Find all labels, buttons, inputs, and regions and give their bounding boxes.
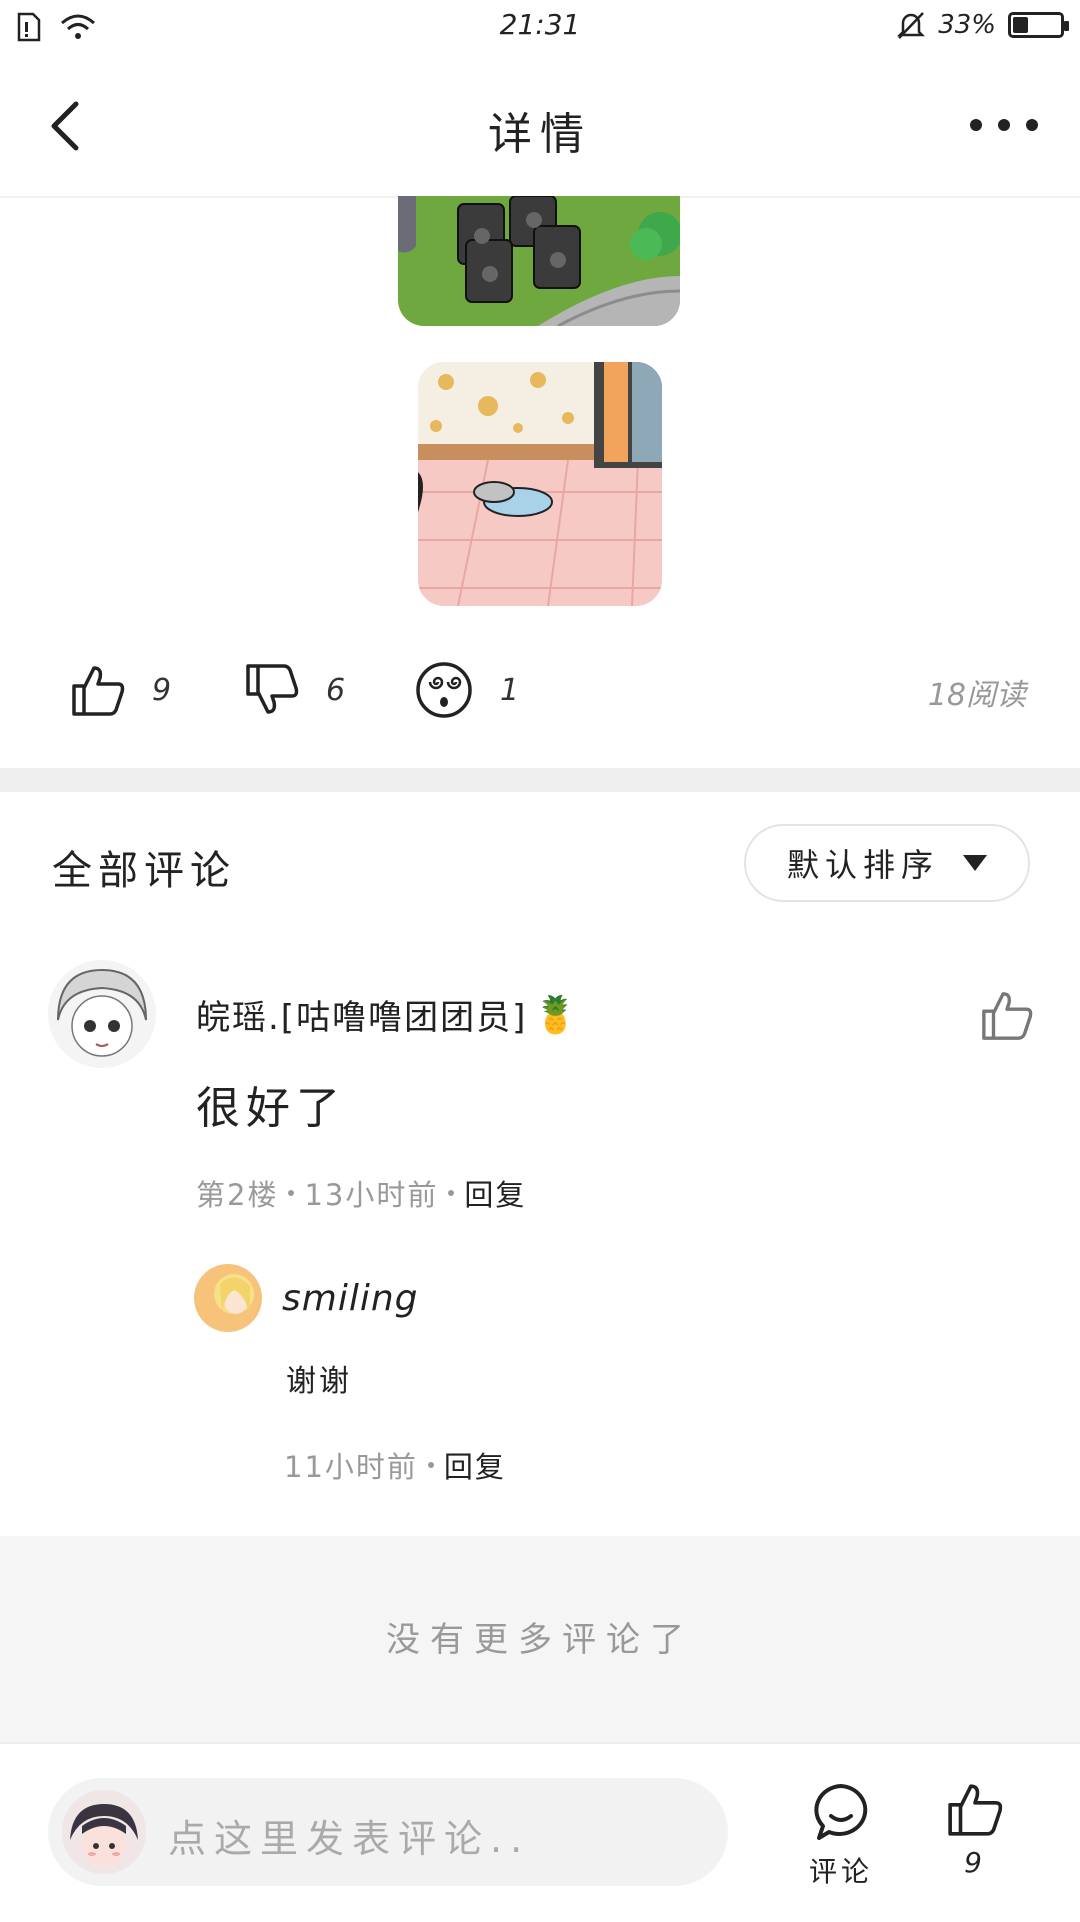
username-text: 皖瑶.[咕噜噜团团员] — [196, 998, 528, 1038]
sort-label: 默认排序 — [786, 846, 939, 884]
more-dots-icon[interactable] — [964, 110, 1044, 140]
post-image-room[interactable] — [418, 362, 662, 606]
reply-time: 11小时前 — [284, 1450, 418, 1484]
reply-meta: 11小时前 回复 — [284, 1444, 506, 1486]
battery-icon — [1008, 12, 1069, 38]
dislike-count: 6 — [326, 672, 346, 708]
no-more-comments-text: 没有更多评论了 — [386, 1620, 694, 1660]
battery-percent: 33% — [938, 10, 996, 40]
sort-dropdown[interactable]: 默认排序 — [744, 824, 1030, 902]
comment-input-placeholder: 点这里发表评论.. — [168, 1817, 531, 1861]
section-divider — [0, 768, 1080, 792]
thumbs-down-icon — [246, 664, 299, 714]
reply-text: 谢谢 — [286, 1364, 352, 1399]
bottom-bar: 点这里发表评论.. 评论 9 — [0, 1742, 1080, 1922]
dizzy-face-icon — [416, 662, 472, 718]
comment-reply-button[interactable]: 回复 — [464, 1172, 526, 1214]
post-image-garden[interactable] — [398, 196, 680, 326]
silent-bell-icon — [897, 12, 926, 39]
dizzy-count: 1 — [500, 672, 520, 708]
comment-floor: 第2楼 — [196, 1178, 279, 1212]
comment-button-label: 评论 — [808, 1855, 873, 1888]
battery-level — [1013, 17, 1028, 33]
separator-dot — [288, 1190, 295, 1196]
comment-bubble-icon — [814, 1784, 868, 1840]
dizzy-reaction[interactable]: 1 — [414, 650, 519, 730]
commenter-username[interactable]: 皖瑶.[咕噜噜团团员] 🍍 — [196, 990, 580, 1039]
thumbs-up-icon — [72, 666, 125, 716]
like-reaction[interactable]: 9 — [70, 650, 171, 730]
comment-button[interactable]: 评论 — [796, 1782, 886, 1890]
reply-username[interactable]: smiling — [282, 1278, 419, 1319]
nav-bar: 详情 — [0, 56, 1080, 198]
dislike-reaction[interactable]: 6 — [244, 650, 345, 730]
reply-avatar[interactable] — [194, 1264, 262, 1332]
page-title: 详情 — [488, 109, 592, 160]
like-button[interactable]: 9 — [930, 1780, 1020, 1879]
pineapple-badge-icon: 🍍 — [533, 994, 581, 1036]
like-button-count: 9 — [964, 1846, 986, 1879]
comment-time: 13小时前 — [304, 1178, 439, 1212]
commenter-avatar[interactable] — [48, 960, 156, 1068]
status-bar: 21:31 33% — [0, 0, 1080, 56]
comment-input[interactable]: 点这里发表评论.. — [48, 1778, 728, 1886]
reply-reply-button[interactable]: 回复 — [444, 1444, 506, 1486]
read-count: 18阅读 — [927, 678, 1026, 713]
caret-down-icon — [963, 855, 987, 871]
separator-dot — [448, 1190, 455, 1196]
reaction-bar: 9 6 1 18阅读 — [0, 650, 1080, 730]
thumbs-up-icon — [948, 1784, 1003, 1836]
like-count: 9 — [152, 672, 172, 708]
comment-text: 很好了 — [196, 1083, 346, 1134]
no-more-comments-area: 没有更多评论了 — [0, 1536, 1080, 1742]
comment-like-icon[interactable] — [980, 988, 1034, 1042]
comment-meta: 第2楼 13小时前 回复 — [196, 1172, 526, 1214]
my-avatar — [62, 1790, 146, 1874]
separator-dot — [427, 1462, 434, 1468]
comments-title: 全部评论 — [52, 848, 236, 894]
